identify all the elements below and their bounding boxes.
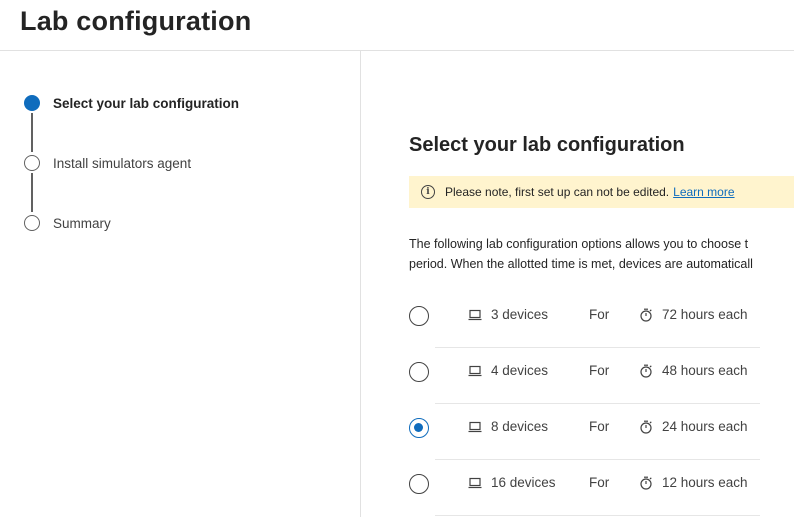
option-radio-selected[interactable] xyxy=(409,418,429,438)
description: The following lab configuration options … xyxy=(409,234,794,274)
for-label: For xyxy=(589,363,610,378)
timer-icon xyxy=(640,364,652,378)
devices-cell: 8 devices xyxy=(468,419,548,434)
devices-cell: 3 devices xyxy=(468,307,548,322)
devices-label: 16 devices xyxy=(491,475,556,490)
laptop-icon xyxy=(468,365,482,376)
laptop-icon xyxy=(468,309,482,320)
row-divider xyxy=(435,347,760,348)
notice-text: Please note, first set up can not be edi… xyxy=(445,185,670,199)
lab-option-row[interactable]: 16 devices For 12 hours each xyxy=(409,466,769,522)
notice-banner: i Please note, first set up can not be e… xyxy=(409,176,794,208)
pane-divider xyxy=(360,51,361,517)
section-title: Select your lab configuration xyxy=(409,134,685,156)
devices-label: 4 devices xyxy=(491,363,549,378)
timer-icon xyxy=(640,420,652,434)
step-label: Install simulators agent xyxy=(53,155,192,171)
row-divider xyxy=(435,459,760,460)
step-install-simulators-agent[interactable]: Install simulators agent xyxy=(24,153,191,173)
for-label: For xyxy=(589,419,610,434)
learn-more-link[interactable]: Learn more xyxy=(673,185,734,199)
duration-cell: 12 hours each xyxy=(639,475,748,490)
page-title: Lab configuration xyxy=(20,6,252,36)
step-summary[interactable]: Summary xyxy=(24,213,111,233)
devices-cell: 4 devices xyxy=(468,363,548,378)
duration-cell: 72 hours each xyxy=(639,307,748,322)
for-label: For xyxy=(589,307,610,322)
for-label: For xyxy=(589,475,610,490)
description-line: period. When the allotted time is met, d… xyxy=(409,257,753,271)
step-current-indicator xyxy=(24,95,40,111)
step-label: Summary xyxy=(53,215,111,231)
devices-cell: 16 devices xyxy=(468,475,556,490)
description-line: The following lab configuration options … xyxy=(409,237,749,251)
step-connector xyxy=(31,113,33,152)
timer-icon xyxy=(640,476,652,490)
step-label: Select your lab configuration xyxy=(53,95,240,111)
option-radio[interactable] xyxy=(409,474,429,494)
step-pending-indicator xyxy=(24,215,40,231)
duration-label: 48 hours each xyxy=(662,363,748,378)
header-divider xyxy=(0,50,794,51)
row-divider xyxy=(435,515,760,516)
laptop-icon xyxy=(468,477,482,488)
timer-icon xyxy=(640,308,652,322)
duration-cell: 48 hours each xyxy=(639,363,748,378)
step-pending-indicator xyxy=(24,155,40,171)
duration-label: 24 hours each xyxy=(662,419,748,434)
duration-label: 72 hours each xyxy=(662,307,748,322)
duration-cell: 24 hours each xyxy=(639,419,748,434)
step-select-lab-configuration[interactable]: Select your lab configuration xyxy=(24,93,239,113)
lab-option-row[interactable]: 3 devices For 72 hours each xyxy=(409,298,769,354)
info-icon: i xyxy=(421,185,435,199)
duration-label: 12 hours each xyxy=(662,475,748,490)
option-radio[interactable] xyxy=(409,306,429,326)
option-radio[interactable] xyxy=(409,362,429,382)
lab-option-row[interactable]: 8 devices For 24 hours each xyxy=(409,410,769,466)
laptop-icon xyxy=(468,421,482,432)
devices-label: 8 devices xyxy=(491,419,549,434)
step-connector xyxy=(31,173,33,212)
row-divider xyxy=(435,403,760,404)
lab-option-row[interactable]: 4 devices For 48 hours each xyxy=(409,354,769,410)
devices-label: 3 devices xyxy=(491,307,549,322)
